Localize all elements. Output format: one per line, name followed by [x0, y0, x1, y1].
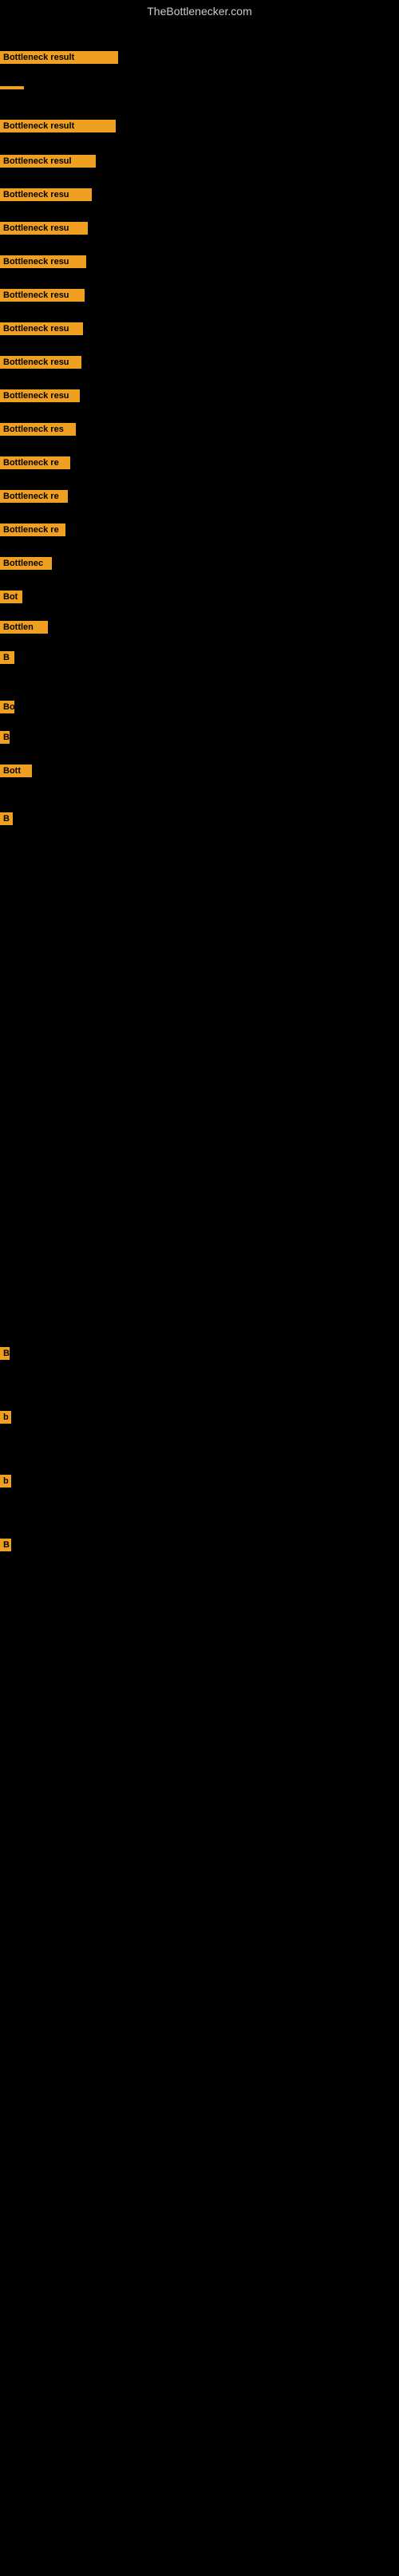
bottleneck-result-bar: B [0, 812, 13, 825]
bottleneck-result-bar: b [0, 1411, 11, 1424]
bottleneck-result-bar: Bott [0, 765, 32, 777]
bottleneck-result-bar: Bottleneck resul [0, 155, 96, 168]
bottleneck-result-bar: Bottlen [0, 621, 48, 634]
bottleneck-result-bar: Bottleneck resu [0, 289, 85, 302]
bottleneck-result-bar: Bo [0, 701, 14, 713]
bottleneck-result-bar: Bottleneck resu [0, 322, 83, 335]
bottleneck-result-bar: Bottleneck resu [0, 188, 92, 201]
bottleneck-result-bar: Bottleneck result [0, 120, 116, 132]
bottleneck-result-bar: Bottleneck re [0, 523, 65, 536]
bottleneck-result-bar: Bottleneck result [0, 51, 118, 64]
bottleneck-result-bar: Bottleneck re [0, 456, 70, 469]
site-title: TheBottlenecker.com [0, 0, 399, 22]
bottleneck-result-bar: B [0, 1347, 10, 1360]
bottleneck-result-bar: Bottleneck resu [0, 222, 88, 235]
bottleneck-result-bar: Bottleneck res [0, 423, 76, 436]
bottleneck-result-bar: B [0, 731, 10, 744]
bottleneck-result-bar: B [0, 1539, 11, 1551]
bottleneck-result-bar: Bottleneck resu [0, 356, 81, 369]
bottleneck-result-bar: Bottleneck resu [0, 255, 86, 268]
bottleneck-result-bar: Bottleneck re [0, 490, 68, 503]
bottleneck-result-bar: Bot [0, 591, 22, 603]
bottleneck-result-bar: B [0, 651, 14, 664]
bottleneck-result-bar: Bottleneck resu [0, 389, 80, 402]
bottleneck-result-bar: b [0, 1475, 11, 1488]
bottleneck-result-bar: Bottlenec [0, 557, 52, 570]
bottleneck-result-bar [0, 86, 24, 89]
